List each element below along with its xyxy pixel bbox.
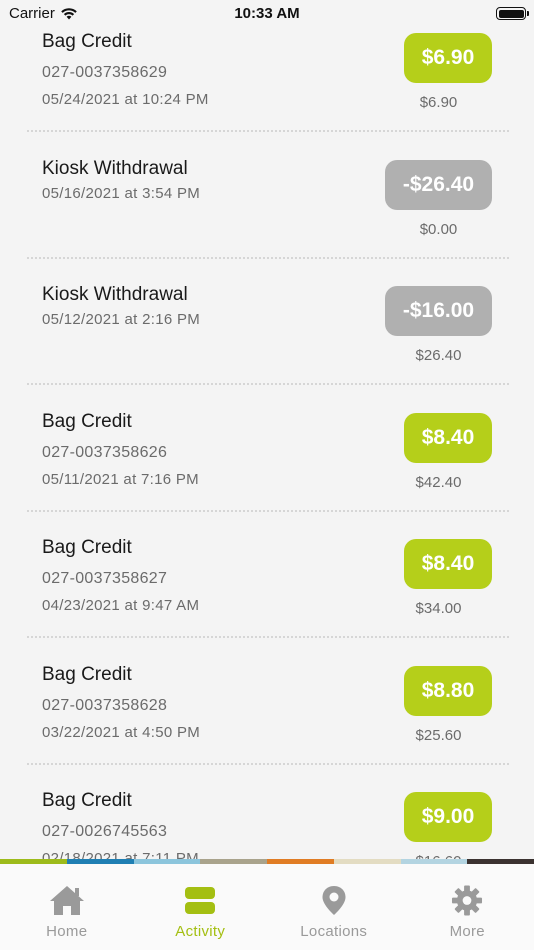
row-divider [27,636,509,638]
transaction-date: 03/22/2021 at 4:50 PM [42,723,201,741]
withdrawal-amount-badge: -$26.40 [385,159,492,210]
transaction-date: 05/12/2021 at 2:16 PM [42,311,201,328]
credit-amount-badge: $8.40 [404,412,492,463]
transaction-reference: 027-0037358627 [42,570,168,587]
running-balance: $0.00 [419,220,458,238]
transaction-date: 05/24/2021 at 10:24 PM [42,91,209,108]
row-divider [27,762,509,765]
battery-icon [496,7,529,20]
transaction-title: Bag Credit [42,663,132,685]
credit-amount-badge: $8.40 [404,539,492,589]
transaction-title: Bag Credit [42,790,132,811]
tab-activity-label: Activity [175,923,226,940]
running-balance: $25.60 [415,726,462,744]
running-balance: $6.90 [419,94,458,111]
transaction-row[interactable]: Bag Credit 027-0037358629 05/24/2021 at 10… [0,15,534,141]
transaction-date: 04/23/2021 at 9:47 AM [42,597,200,614]
transaction-row[interactable]: Bag Credit 027-0037358627 04/23/2021 at 9:… [0,521,534,647]
transaction-title: Kiosk Withdrawal [42,157,188,179]
row-divider [27,130,509,132]
tab-locations[interactable]: Locations [267,864,401,950]
running-balance: $34.00 [415,600,462,617]
clock: 10:33 AM [234,5,300,22]
status-bar: Carrier 10:33 AM [0,0,534,28]
transaction-title: Bag Credit [42,31,132,52]
transaction-reference: 027-0037358628 [42,696,168,714]
gear-icon [452,885,483,916]
row-divider [27,256,509,259]
running-balance: $42.40 [415,473,462,491]
transaction-reference: 027-0037358629 [42,64,168,81]
tab-more-label: More [449,923,485,940]
tab-bar: Home Activity Locations More [0,864,534,950]
home-icon [49,886,84,915]
transaction-row[interactable]: Bag Credit 027-0026745563 02/18/2021 at 7:… [0,774,534,862]
location-pin-icon [322,886,346,915]
transaction-row[interactable]: Bag Credit 027-0037358626 05/11/2021 at 7:… [0,395,534,521]
transaction-reference: 027-0037358626 [42,443,168,461]
withdrawal-amount-badge: -$16.00 [385,286,492,336]
tab-more[interactable]: More [401,864,534,950]
row-divider [27,509,509,512]
credit-amount-badge: $8.80 [404,665,492,716]
transaction-reference: 027-0026745563 [42,823,168,840]
credit-amount-badge: $6.90 [404,33,492,83]
transaction-title: Kiosk Withdrawal [42,284,188,305]
tab-locations-label: Locations [300,923,368,940]
credit-amount-badge: $9.00 [404,792,492,842]
transaction-row[interactable]: Bag Credit 027-0037358628 03/22/2021 at 4:… [0,648,534,774]
row-divider [27,383,509,385]
transaction-date: 05/11/2021 at 7:16 PM [42,470,199,488]
tab-home-label: Home [46,923,88,940]
transaction-list[interactable]: Bag Credit 027-0037358629 05/24/2021 at 10… [0,0,534,862]
tab-home[interactable]: Home [0,864,134,950]
activity-icon [185,887,216,914]
tab-activity[interactable]: Activity [134,864,268,950]
transaction-row[interactable]: Kiosk Withdrawal 05/12/2021 at 2:16 PM -$1… [0,268,534,394]
transaction-title: Bag Credit [42,410,132,432]
transaction-title: Bag Credit [42,537,132,558]
transaction-row[interactable]: Kiosk Withdrawal 05/16/2021 at 3:54 PM -$2… [0,142,534,268]
activity-screen: Carrier 10:33 AM Bag Credit 027-003735862… [0,0,534,950]
running-balance: $26.40 [415,347,462,364]
transaction-date: 05/16/2021 at 3:54 PM [42,184,201,202]
